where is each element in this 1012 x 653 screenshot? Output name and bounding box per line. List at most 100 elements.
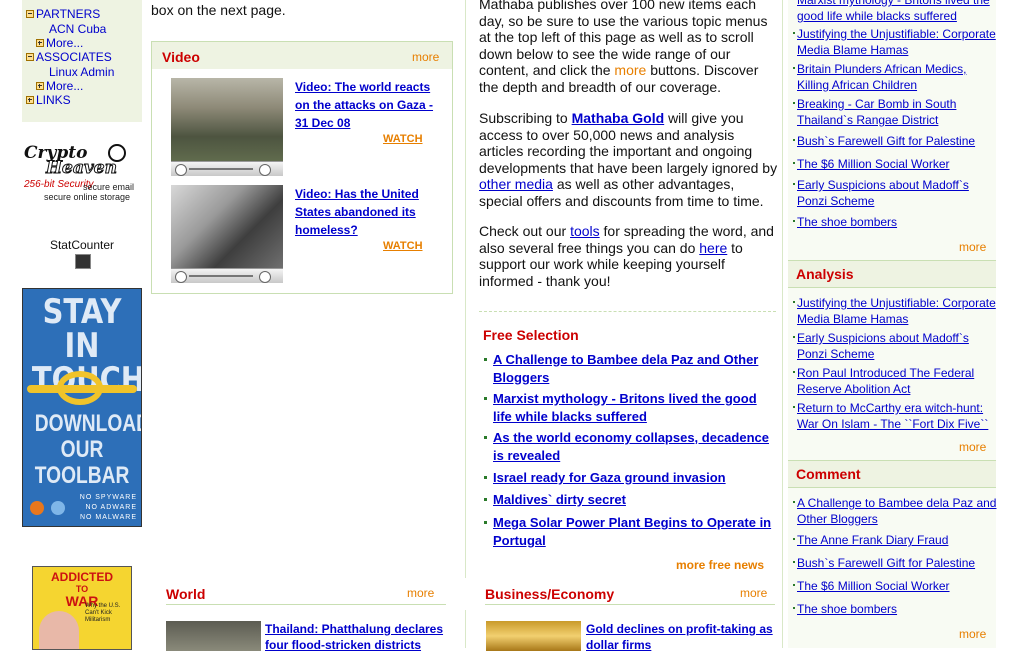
other-media-link[interactable]: other media: [479, 176, 553, 192]
bullet-icon: [793, 67, 795, 69]
analysis-header: Analysis: [788, 260, 996, 288]
list-item[interactable]: The $6 Million Social Worker: [793, 156, 999, 172]
tools-link[interactable]: tools: [570, 223, 600, 239]
free-selection-link[interactable]: A Challenge to Bambee dela Paz and Other…: [493, 351, 774, 387]
video-more-link[interactable]: more: [412, 50, 439, 64]
statcounter-label: StatCounter: [49, 238, 115, 252]
analysis-more-link[interactable]: more: [959, 440, 986, 454]
list-item[interactable]: A Challenge to Bambee dela Paz and Other…: [484, 351, 774, 387]
comment-header: Comment: [788, 460, 996, 488]
list-item[interactable]: Early Suspicions about Madoff`s Ponzi Sc…: [793, 330, 999, 362]
bullet-icon: [793, 102, 795, 104]
list-item[interactable]: Justifying the Unjustifiable: Corporate …: [793, 295, 999, 327]
list-item[interactable]: Marxist mythology - Britons lived the go…: [793, 0, 999, 24]
video-title: Video: [162, 49, 200, 65]
analysis-title: Analysis: [796, 266, 854, 282]
sidebar-item-more[interactable]: More...: [36, 36, 83, 50]
list-item[interactable]: Ron Paul Introduced The Federal Reserve …: [793, 365, 999, 397]
business-more-link[interactable]: more: [740, 586, 767, 600]
column-divider: [782, 0, 783, 648]
bullet-icon: [793, 220, 795, 222]
book-ad[interactable]: ADDICTED TO WAR Why the U.S. Can't Kick …: [32, 566, 132, 650]
list-item[interactable]: As the world economy collapses, decadenc…: [484, 429, 774, 465]
watch-link[interactable]: WATCH: [383, 240, 423, 252]
mathaba-gold-link[interactable]: Mathaba Gold: [572, 110, 665, 126]
bullet-icon: [793, 162, 795, 164]
list-item[interactable]: Maldives` dirty secret: [484, 491, 774, 509]
list-item[interactable]: Breaking - Car Bomb in South Thailand`s …: [793, 96, 999, 128]
bullet-icon: [793, 139, 795, 141]
statcounter-icon[interactable]: [75, 254, 91, 269]
list-item[interactable]: Justifying the Unjustifiable: Corporate …: [793, 26, 999, 58]
video-player-controls[interactable]: [171, 161, 283, 176]
comment-more-link[interactable]: more: [959, 627, 986, 641]
video-thumbnail[interactable]: [171, 78, 283, 176]
progress-track[interactable]: [189, 275, 253, 277]
list-item[interactable]: Return to McCarthy era witch-hunt: War O…: [793, 400, 999, 432]
sidebar-item-partners[interactable]: PARTNERS: [26, 7, 100, 21]
bullet-icon: [484, 498, 487, 501]
play-icon[interactable]: [175, 164, 187, 176]
list-item[interactable]: The Anne Frank Diary Fraud: [793, 532, 999, 548]
bullet-icon: [793, 538, 795, 540]
list-item[interactable]: Britain Plunders African Medics, Killing…: [793, 61, 999, 93]
expand-box-icon: [36, 82, 44, 90]
free-selection-link[interactable]: As the world economy collapses, decadenc…: [493, 429, 774, 465]
free-selection-link[interactable]: Israel ready for Gaza ground invasion: [493, 469, 774, 487]
column-divider: [465, 610, 466, 648]
world-more-link[interactable]: more: [407, 586, 434, 600]
list-item[interactable]: Mega Solar Power Plant Begins to Operate…: [484, 514, 774, 550]
list-item[interactable]: Marxist mythology - Britons lived the go…: [484, 390, 774, 426]
sidebar-item-acn-cuba[interactable]: ACN Cuba: [49, 22, 106, 36]
video-item-title[interactable]: Video: The world reacts on the attacks o…: [295, 78, 440, 132]
sidebar-item-linux-admin[interactable]: Linux Admin: [49, 65, 114, 79]
bullet-icon: [484, 521, 487, 524]
bullet-icon: [793, 561, 795, 563]
video-item-title[interactable]: Video: Has the United States abandoned i…: [295, 185, 440, 239]
bullet-icon: [484, 397, 487, 400]
list-item[interactable]: Early Suspicions about Madoff`s Ponzi Sc…: [793, 177, 999, 209]
subscribe-paragraph: Subscribing to Mathaba Gold will give yo…: [479, 110, 778, 209]
comment-title: Comment: [796, 466, 861, 482]
video-thumbnail[interactable]: [171, 185, 283, 283]
world-title: World: [166, 586, 206, 602]
intro-paragraph: Mathaba publishes over 100 new items eac…: [479, 0, 768, 95]
volume-icon[interactable]: [259, 164, 271, 176]
list-item[interactable]: The shoe bombers: [793, 601, 999, 617]
here-link[interactable]: here: [699, 240, 727, 256]
list-item[interactable]: Bush`s Farewell Gift for Palestine: [793, 133, 999, 149]
book-title: ADDICTED TO WAR: [51, 570, 113, 609]
free-selection-link[interactable]: Mega Solar Power Plant Begins to Operate…: [493, 514, 774, 550]
business-headline[interactable]: Gold declines on profit-taking as dollar…: [586, 621, 776, 653]
sidebar-item-more[interactable]: More...: [36, 79, 83, 93]
bullet-icon: [793, 336, 795, 338]
more-free-news-link[interactable]: more free news: [676, 558, 764, 572]
list-item[interactable]: The shoe bombers: [793, 214, 999, 230]
world-headline[interactable]: Thailand: Phatthalung declares four floo…: [265, 621, 455, 653]
world-thumbnail[interactable]: [166, 621, 261, 651]
free-selection-link[interactable]: Maldives` dirty secret: [493, 491, 774, 509]
bullet-icon: [793, 183, 795, 185]
rope-knot-icon: [27, 371, 137, 407]
crypto-heaven-ad[interactable]: Crypto Heaven 256-bit Security secure ema…: [22, 142, 142, 204]
book-illustration: [39, 611, 79, 649]
sidebar-item-links[interactable]: LINKS: [26, 93, 71, 107]
gold-thumbnail[interactable]: [486, 621, 581, 651]
list-item[interactable]: Bush`s Farewell Gift for Palestine: [793, 555, 999, 571]
toolbar-ad-banner[interactable]: STAY IN TOUCH DOWNLOAD OUR TOOLBAR NO SP…: [22, 288, 142, 527]
volume-icon[interactable]: [259, 271, 271, 283]
list-item[interactable]: A Challenge to Bambee dela Paz and Other…: [793, 495, 999, 527]
bullet-icon: [793, 501, 795, 503]
list-item[interactable]: Israel ready for Gaza ground invasion: [484, 469, 774, 487]
watch-link[interactable]: WATCH: [383, 133, 423, 145]
expand-box-icon: [36, 39, 44, 47]
progress-track[interactable]: [189, 168, 253, 170]
video-player-controls[interactable]: [171, 268, 283, 283]
section-divider: [485, 604, 775, 605]
play-icon[interactable]: [175, 271, 187, 283]
list-item[interactable]: The $6 Million Social Worker: [793, 578, 999, 594]
sidebar-item-associates[interactable]: ASSOCIATES: [26, 50, 112, 64]
free-selection-link[interactable]: Marxist mythology - Britons lived the go…: [493, 390, 774, 426]
bullet-icon: [484, 358, 487, 361]
more-link[interactable]: more: [959, 240, 986, 254]
